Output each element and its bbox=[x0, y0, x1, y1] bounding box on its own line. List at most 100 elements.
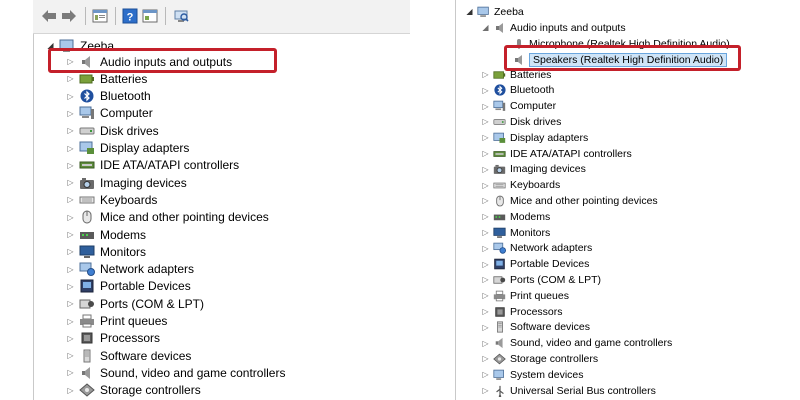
tree-item-label: Display adapters bbox=[100, 141, 190, 155]
expand-arrow-icon[interactable]: ▷ bbox=[65, 178, 76, 187]
expand-arrow-icon[interactable]: ▷ bbox=[65, 299, 76, 308]
expand-arrow-icon[interactable]: ▷ bbox=[480, 307, 491, 316]
tree-item-portable-devices[interactable]: ▷ Portable Devices bbox=[480, 256, 589, 273]
expand-arrow-icon[interactable]: ▷ bbox=[65, 386, 76, 395]
expand-arrow-icon[interactable]: ▷ bbox=[480, 323, 491, 332]
expand-arrow-icon[interactable]: ▷ bbox=[65, 247, 76, 256]
tree-item-label: Print queues bbox=[510, 289, 569, 302]
expand-arrow-icon[interactable]: ▷ bbox=[480, 244, 491, 253]
tree-item-sound-video-and-game-controllers[interactable]: ▷ Sound, video and game controllers bbox=[480, 335, 672, 352]
expand-arrow-icon[interactable]: ▷ bbox=[480, 354, 491, 363]
tree-item-disk-drives[interactable]: ▷ Disk drives bbox=[65, 122, 158, 139]
help-icon[interactable]: ? bbox=[121, 7, 139, 25]
tree-item-storage-controllers[interactable]: ▷ Storage controllers bbox=[480, 350, 598, 367]
expand-arrow-icon[interactable]: ▷ bbox=[480, 70, 491, 79]
tree-item-system-devices[interactable]: ▷ System devices bbox=[480, 366, 583, 383]
expand-arrow-icon[interactable]: ▷ bbox=[480, 212, 491, 221]
camera-icon bbox=[493, 163, 506, 176]
tree-item-network-adapters[interactable]: ▷ Network adapters bbox=[480, 240, 592, 257]
expand-arrow-icon[interactable]: ▷ bbox=[65, 265, 76, 274]
expand-arrow-icon[interactable]: ▷ bbox=[65, 317, 76, 326]
expand-arrow-icon[interactable]: ▷ bbox=[480, 86, 491, 95]
expand-arrow-icon[interactable]: ▷ bbox=[65, 92, 76, 101]
tree-item-universal-serial-bus-controllers[interactable]: ▷ Universal Serial Bus controllers bbox=[480, 382, 656, 399]
tree-item-keyboards[interactable]: ▷ Keyboards bbox=[480, 177, 560, 194]
tree-item-monitors[interactable]: ▷ Monitors bbox=[480, 224, 550, 241]
expand-arrow-icon[interactable]: ▷ bbox=[65, 351, 76, 360]
tree-item-imaging-devices[interactable]: ▷ Imaging devices bbox=[480, 161, 585, 178]
tree-item-software-devices[interactable]: ▷ Software devices bbox=[480, 319, 590, 336]
tree-item-label: Mice and other pointing devices bbox=[100, 210, 269, 225]
expand-arrow-icon[interactable]: ▷ bbox=[480, 275, 491, 284]
arrow-right-icon[interactable] bbox=[60, 7, 78, 25]
tree-item-network-adapters[interactable]: ▷ Network adapters bbox=[65, 261, 194, 278]
tree-item-mice-and-other-pointing-devices[interactable]: ▷ Mice and other pointing devices bbox=[65, 209, 269, 226]
expand-arrow-icon[interactable]: ◢ bbox=[480, 23, 491, 32]
tree-item-imaging-devices[interactable]: ▷ Imaging devices bbox=[65, 174, 186, 191]
expand-arrow-icon[interactable]: ▷ bbox=[480, 149, 491, 158]
expand-arrow-icon[interactable]: ▷ bbox=[480, 117, 491, 126]
tree-item-processors[interactable]: ▷ Processors bbox=[65, 330, 160, 347]
tree-item-ide-ata-atapi-controllers[interactable]: ▷ IDE ATA/ATAPI controllers bbox=[480, 145, 631, 162]
expand-arrow-icon[interactable]: ▷ bbox=[480, 339, 491, 348]
tree-item-computer[interactable]: ▷ Computer bbox=[65, 105, 152, 122]
monitor-icon bbox=[79, 244, 95, 259]
tree-item-portable-devices[interactable]: ▷ Portable Devices bbox=[65, 278, 190, 295]
tree-item-audio-inputs-and-outputs[interactable]: ◢ Audio inputs and outputs bbox=[480, 19, 625, 36]
tree-item-print-queues[interactable]: ▷ Print queues bbox=[480, 287, 569, 304]
monitor-icon bbox=[493, 226, 506, 239]
expand-arrow-icon[interactable]: ▷ bbox=[480, 165, 491, 174]
tree-item-bluetooth[interactable]: ▷ Bluetooth bbox=[65, 88, 150, 105]
view-icon[interactable] bbox=[141, 7, 159, 25]
expand-arrow-icon[interactable]: ▷ bbox=[65, 213, 76, 222]
expand-arrow-icon[interactable]: ▷ bbox=[65, 126, 76, 135]
tree-item-bluetooth[interactable]: ▷ Bluetooth bbox=[480, 82, 554, 99]
tree-item-software-devices[interactable]: ▷ Software devices bbox=[65, 347, 191, 364]
tree-item-modems[interactable]: ▷ Modems bbox=[480, 208, 550, 225]
tree-item-sound-video-and-game-controllers[interactable]: ▷ Sound, video and game controllers bbox=[65, 364, 285, 381]
tree-item-label: Sound, video and game controllers bbox=[100, 365, 286, 380]
tree-item-ide-ata-atapi-controllers[interactable]: ▷ IDE ATA/ATAPI controllers bbox=[65, 157, 239, 174]
tree-item-keyboards[interactable]: ▷ Keyboards bbox=[65, 191, 157, 208]
computer-icon bbox=[493, 100, 506, 113]
tree-item-ports-com-lpt[interactable]: ▷ Ports (COM & LPT) bbox=[65, 295, 204, 312]
expand-arrow-icon[interactable]: ▷ bbox=[480, 291, 491, 300]
expand-arrow-icon[interactable]: ▷ bbox=[65, 195, 76, 204]
tree-item-display-adapters[interactable]: ▷ Display adapters bbox=[480, 129, 588, 146]
expand-arrow-icon[interactable]: ▷ bbox=[480, 370, 491, 379]
tree-item-ports-com-lpt[interactable]: ▷ Ports (COM & LPT) bbox=[480, 271, 601, 288]
expand-arrow-icon[interactable]: ▷ bbox=[65, 109, 76, 118]
tree-item-disk-drives[interactable]: ▷ Disk drives bbox=[480, 113, 561, 130]
expand-arrow-icon[interactable]: ▷ bbox=[65, 334, 76, 343]
expand-arrow-icon[interactable]: ▷ bbox=[480, 196, 491, 205]
tree-item-label: Keyboards bbox=[100, 192, 158, 207]
expand-arrow-icon[interactable]: ▷ bbox=[480, 228, 491, 237]
tree-item-monitors[interactable]: ▷ Monitors bbox=[65, 243, 146, 260]
expand-arrow-icon[interactable]: ▷ bbox=[480, 133, 491, 142]
expand-arrow-icon[interactable]: ▷ bbox=[65, 230, 76, 239]
tree-item-computer[interactable]: ▷ Computer bbox=[480, 98, 556, 115]
scan-hardware-icon[interactable] bbox=[172, 7, 190, 25]
properties-icon[interactable] bbox=[91, 7, 109, 25]
expand-arrow-icon[interactable]: ▷ bbox=[65, 144, 76, 153]
tree-item-processors[interactable]: ▷ Processors bbox=[480, 303, 562, 320]
expand-arrow-icon[interactable]: ▷ bbox=[65, 282, 76, 291]
bluetooth-icon bbox=[79, 89, 95, 104]
expand-arrow-icon[interactable]: ▷ bbox=[480, 181, 491, 190]
tree-item-display-adapters[interactable]: ▷ Display adapters bbox=[65, 140, 189, 157]
expand-arrow-icon[interactable]: ▷ bbox=[480, 260, 491, 269]
expand-arrow-icon[interactable]: ▷ bbox=[65, 161, 76, 170]
arrow-left-icon[interactable] bbox=[40, 7, 58, 25]
tree-item-modems[interactable]: ▷ Modems bbox=[65, 226, 146, 243]
expand-arrow-icon[interactable]: ▷ bbox=[480, 102, 491, 111]
toolbar-separator bbox=[165, 7, 166, 25]
tree-item-label: IDE ATA/ATAPI controllers bbox=[100, 158, 240, 173]
tree-item-mice-and-other-pointing-devices[interactable]: ▷ Mice and other pointing devices bbox=[480, 192, 657, 209]
expand-arrow-icon[interactable]: ▷ bbox=[65, 74, 76, 83]
tree-item-print-queues[interactable]: ▷ Print queues bbox=[65, 313, 167, 330]
expand-arrow-icon[interactable]: ▷ bbox=[480, 386, 491, 395]
expand-arrow-icon[interactable]: ◢ bbox=[464, 7, 475, 16]
tree-root[interactable]: ◢ Zeeba bbox=[464, 3, 523, 20]
expand-arrow-icon[interactable]: ▷ bbox=[65, 368, 76, 377]
tree-item-storage-controllers[interactable]: ▷ Storage controllers bbox=[65, 382, 200, 399]
